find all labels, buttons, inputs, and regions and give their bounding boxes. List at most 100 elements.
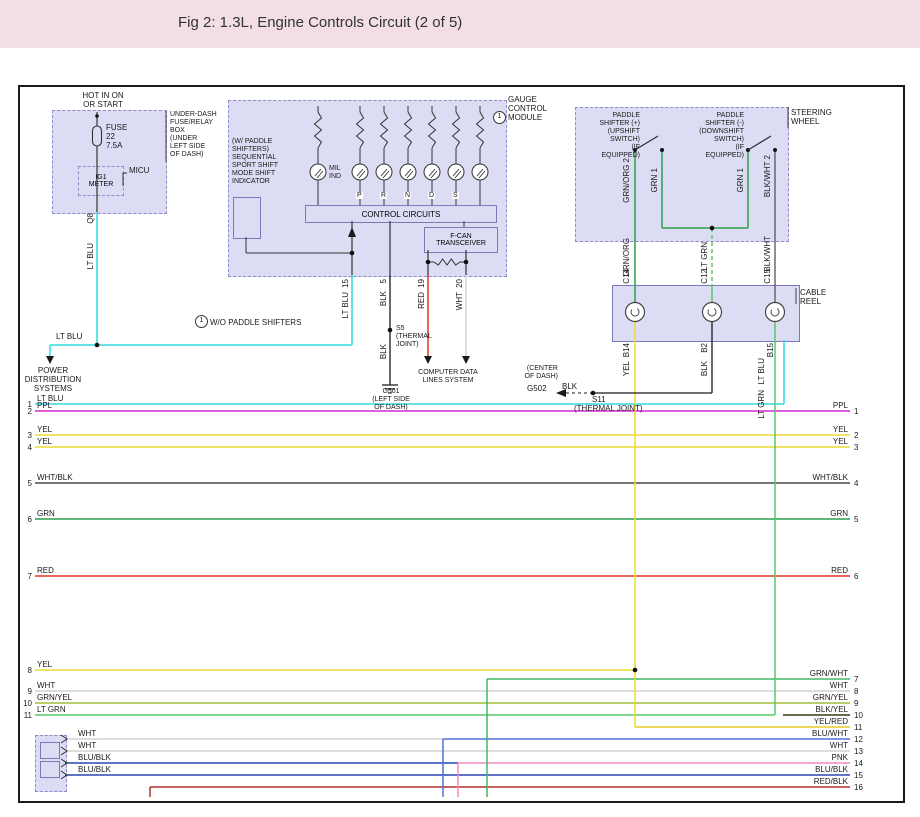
- arrowhead: [348, 227, 356, 237]
- steering-wheel-label: STEERINGWHEEL: [791, 108, 832, 126]
- symbol-circle: [703, 303, 722, 322]
- wire-num-left: 6: [18, 515, 32, 524]
- wire-label-left: GRN: [37, 509, 55, 518]
- gear-letter-r: R: [380, 192, 387, 199]
- pin15-num: 15: [341, 279, 350, 288]
- symbol: [405, 112, 412, 148]
- gear-letter-n: N: [404, 192, 411, 199]
- wire-label-left: RED: [37, 566, 54, 575]
- wire-num-left: 5: [18, 479, 32, 488]
- paddle-pin-grn2: GRN 1: [736, 168, 745, 192]
- symbol-circle: [766, 303, 785, 322]
- gear-letter-p: P: [356, 192, 363, 199]
- wire-num-right: 6: [854, 572, 858, 581]
- power-wire-label: LT BLU: [56, 332, 82, 341]
- paddle-plus-label: PADDLESHIFTER (+)(UPSHIFTSWITCH)(IFEQUIP…: [576, 112, 640, 160]
- wire-label-right: RED: [776, 566, 848, 575]
- wire-num-left: 4: [18, 443, 32, 452]
- wire-label-right: YEL/RED: [776, 717, 848, 726]
- paddle-minus-label: PADDLESHIFTER (-)(DOWNSHIFTSWITCH)(IFEQU…: [682, 112, 744, 160]
- wire-num-right: 1: [854, 407, 858, 416]
- symbol: [357, 112, 364, 148]
- pin5-num: 5: [379, 279, 388, 283]
- wire-label-left: WHT/BLK: [37, 473, 73, 482]
- wire-num-right: 5: [854, 515, 858, 524]
- wire-label-right: WHT: [776, 741, 848, 750]
- symbol: [434, 259, 460, 265]
- cable-reel-label: CABLEREEL: [800, 288, 826, 306]
- wire-label-right: RED/BLK: [776, 777, 848, 786]
- connector-wire-label: BLU/BLK: [78, 753, 111, 762]
- c14-conn: C14: [622, 269, 631, 284]
- wire-label-right: GRN: [776, 509, 848, 518]
- junction-dot: [464, 260, 469, 265]
- b14-conn: B14: [622, 343, 631, 357]
- wire-num-right: 9: [854, 699, 858, 708]
- blk-wire-label: BLK: [562, 382, 577, 391]
- gear-letter-d: D: [428, 192, 435, 199]
- symbol: [61, 747, 67, 755]
- wire: [748, 136, 771, 150]
- s5-label: S5(THERMALJOINT): [396, 325, 432, 349]
- arrowhead: [462, 356, 470, 364]
- paddle-pin-grnorg: GRN/ORG 2: [622, 158, 631, 203]
- wire-label-left: YEL: [37, 660, 52, 669]
- wire-num-right: 10: [854, 711, 863, 720]
- junction-dot: [633, 668, 638, 673]
- junction-dot: [95, 114, 99, 118]
- symbol: [123, 173, 127, 186]
- wire-label-right: BLK/YEL: [776, 705, 848, 714]
- pin19-num: 19: [417, 279, 426, 288]
- pin20-color: WHT: [455, 292, 464, 310]
- micu-label: MICU: [129, 166, 149, 175]
- s11-label: S11: [592, 395, 606, 404]
- b2-conn: B2: [700, 343, 709, 353]
- symbol-circle: [626, 303, 645, 322]
- circled-1-module: 1: [493, 111, 506, 124]
- wire-label-left: GRN/YEL: [37, 693, 72, 702]
- wire-num-right: 3: [854, 443, 858, 452]
- wire-num-right: 8: [854, 687, 858, 696]
- pin15-color: LT BLU: [341, 292, 350, 318]
- junction-dot: [95, 343, 100, 348]
- junction-dot: [426, 260, 431, 265]
- symbol: [61, 771, 67, 779]
- symbol: [429, 112, 436, 148]
- wire-label-right: BLU/BLK: [776, 765, 848, 774]
- wire-label-left: YEL: [37, 437, 52, 446]
- g501-label: G501(LEFT SIDEOF DASH): [368, 388, 414, 412]
- s11-thermal-label: (THERMAL JOINT): [574, 404, 643, 413]
- wire-label-left: WHT: [37, 681, 55, 690]
- wire-num-right: 15: [854, 771, 863, 780]
- c12-conn: C12: [700, 269, 709, 284]
- wire-label-right: BLU/WHT: [776, 729, 848, 738]
- mil-ind-label: MILIND: [329, 165, 341, 181]
- wire-num-right: 13: [854, 747, 863, 756]
- wire-num-left: 9: [18, 687, 32, 696]
- c15-conn: C15: [763, 269, 772, 284]
- fuse-label: FUSE227.5A: [106, 123, 127, 151]
- wire-num-right: 4: [854, 479, 858, 488]
- gear-letter-s: S: [452, 192, 459, 199]
- underdash-label: UNDER-DASHFUSE/RELAYBOX(UNDERLEFT SIDEOF…: [170, 111, 217, 159]
- wire-num-left: 10: [18, 699, 32, 708]
- symbol: [453, 112, 460, 148]
- wire-num-right: 7: [854, 675, 858, 684]
- wire-label-right: WHT: [776, 681, 848, 690]
- paddle-pin-blkwht: BLK/WHT 2: [763, 155, 772, 197]
- junction-dot: [773, 148, 777, 152]
- wire-label-right: YEL: [776, 425, 848, 434]
- ltgrn-wire-label: LT GRN: [757, 390, 766, 419]
- wire-num-left: 3: [18, 431, 32, 440]
- symbol: [381, 112, 388, 148]
- q8-pin-label: Q8: [86, 213, 95, 224]
- gauge-module-label: GAUGECONTROLMODULE: [508, 95, 547, 123]
- paddle-note-label: (W/ PADDLESHIFTERS)SEQUENTIALSPORT SHIFT…: [232, 138, 278, 186]
- symbol: [315, 112, 322, 148]
- wire-num-right: 11: [854, 723, 862, 732]
- connector-wire-label: BLU/BLK: [78, 765, 111, 774]
- wire-num-left: 11: [18, 711, 32, 720]
- wire-num-left: 8: [18, 666, 32, 675]
- c15-color: BLK/WHT: [763, 236, 772, 272]
- wire-num-left: 2: [18, 407, 32, 416]
